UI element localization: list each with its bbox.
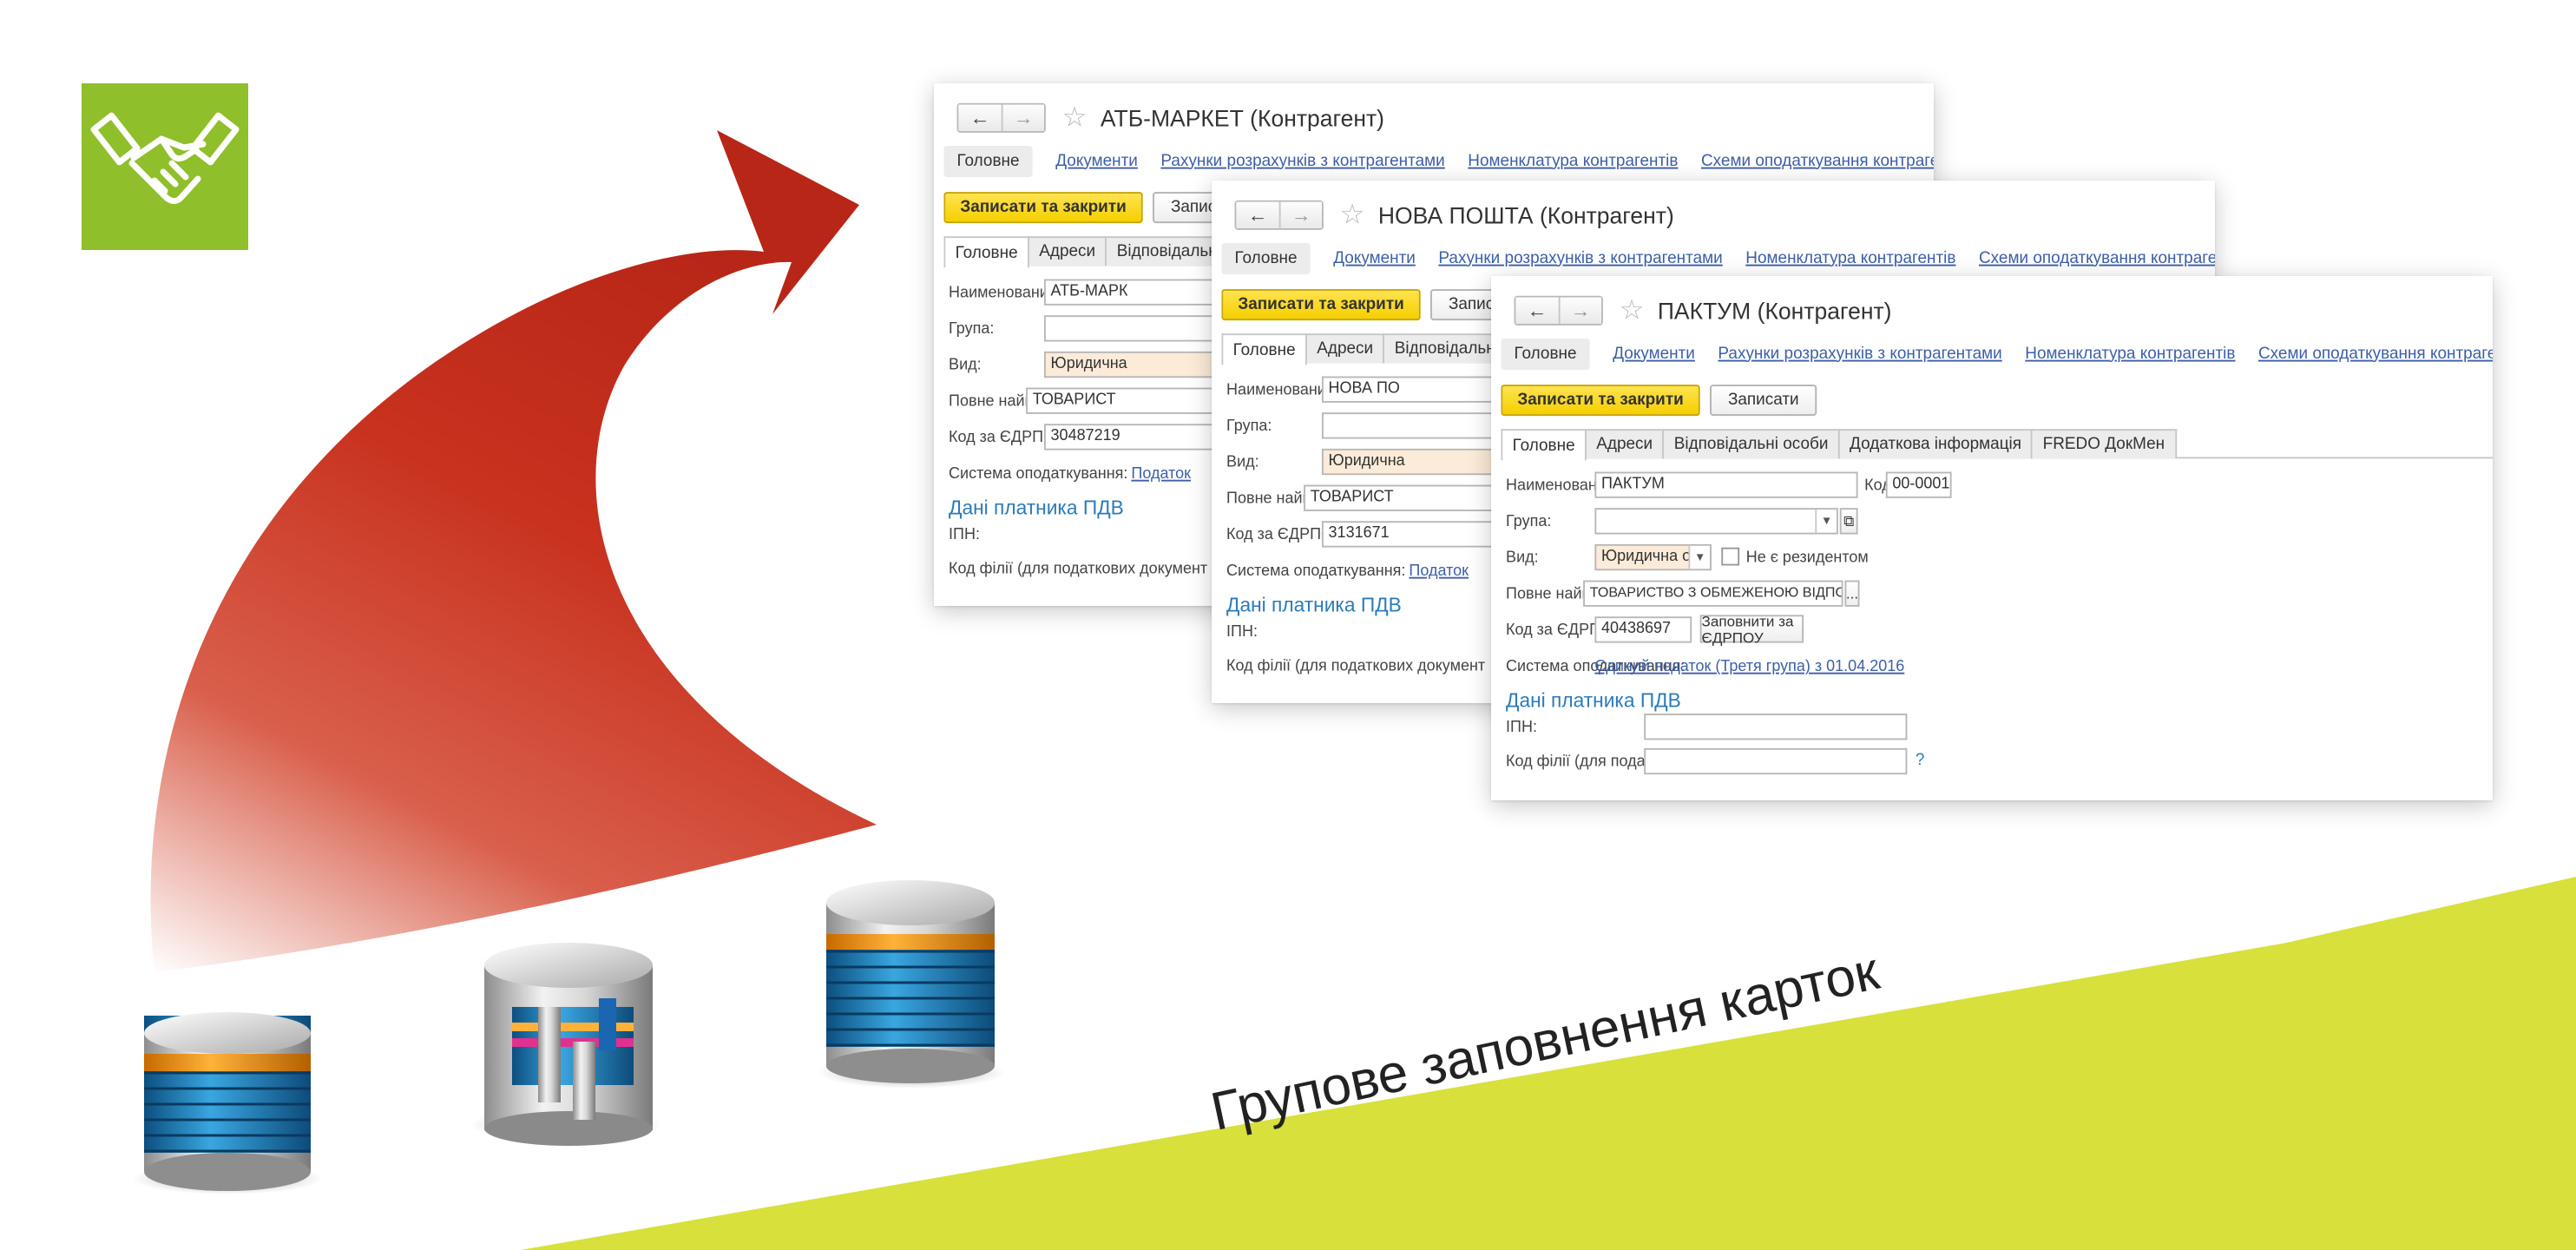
edrpou-field[interactable]: 40438697 [1594, 616, 1692, 643]
tab-fredo[interactable]: FREDO ДокМен [2031, 429, 2177, 459]
favorite-star-icon[interactable]: ☆ [1340, 200, 1365, 230]
tab-addresses[interactable]: Адреси [1028, 236, 1107, 266]
ipn-label: ІПН: [1506, 718, 1538, 737]
back-arrow-icon[interactable]: ← [958, 104, 1002, 131]
window-title: НОВА ПОШТА (Контрагент) [1377, 201, 1674, 228]
nav-tax-schemes[interactable]: Схеми оподаткування контрагентів [1701, 152, 1934, 170]
section-nav: Головне Документи Рахунки розрахунків з … [943, 142, 1934, 179]
window-title: ПАКТУМ (Контрагент) [1657, 297, 1892, 324]
branch-field[interactable] [1644, 747, 1908, 775]
database-icon-2 [470, 943, 661, 1146]
tab-main[interactable]: Головне [1221, 333, 1307, 365]
back-arrow-icon[interactable]: ← [1236, 201, 1279, 228]
save-close-button[interactable]: Записати та закрити [943, 192, 1143, 224]
save-button[interactable]: Записати [1710, 385, 1817, 417]
code-field[interactable]: 00-000186 [1885, 471, 1952, 498]
section-nav: Головне Документи Рахунки розрахунків з … [1501, 335, 2493, 372]
command-bar: Записати та закрити Записати [1501, 385, 1817, 417]
database-icon-1 [132, 1012, 323, 1194]
fill-by-edrpou-button[interactable]: Заповнити за ЄДРПОУ [1699, 613, 1804, 645]
command-bar: Записати та закрити Записа [1221, 289, 1521, 321]
nav-tax-schemes[interactable]: Схеми оподаткування контрагентів [2258, 345, 2493, 363]
full-name-field[interactable]: ТОВАРИСТ [1026, 387, 1240, 414]
tab-responsible[interactable]: Відповідальні особи [1662, 429, 1840, 459]
tax-system-label: Система оподаткування: [949, 464, 1128, 484]
chevron-down-icon[interactable]: ▼ [1815, 510, 1837, 533]
help-icon[interactable]: ? [1916, 752, 1925, 770]
vat-section-title: Дані платника ПДВ [949, 496, 1124, 520]
favorite-star-icon[interactable]: ☆ [1620, 295, 1645, 326]
full-name-field[interactable]: ТОВАРИСТВО З ОБМЕЖЕНОЮ ВІДПОВІДАЛЬНІСТЮ … [1583, 580, 1843, 607]
open-icon[interactable]: ⧉ [1839, 508, 1858, 535]
nav-tax-schemes[interactable]: Схеми оподаткування контрагентів [1979, 249, 2215, 267]
kind-field[interactable]: Юридична [1321, 448, 1520, 476]
vat-section-title: Дані платника ПДВ [1506, 688, 1681, 713]
full-name-more-button[interactable]: ... [1844, 580, 1860, 607]
nav-main[interactable]: Головне [943, 145, 1033, 177]
ipn-label: ІПН: [1226, 622, 1258, 641]
group-label: Група: [949, 319, 995, 339]
nav-documents[interactable]: Документи [1055, 152, 1138, 170]
command-bar: Записати та закрити Записа [943, 192, 1244, 224]
form-tabs: Головне Адреси Відповідальні особи Додат… [1501, 429, 2493, 461]
tab-addresses[interactable]: Адреси [1305, 333, 1385, 364]
nav-accounts[interactable]: Рахунки розрахунків з контрагентами [1718, 345, 2001, 363]
nav-documents[interactable]: Документи [1333, 249, 1416, 267]
nav-main[interactable]: Головне [1221, 242, 1311, 274]
edrpou-field[interactable]: 3131671 [1321, 521, 1520, 548]
nav-documents[interactable]: Документи [1613, 345, 1695, 363]
kind-field[interactable]: Юридична особа▼ [1594, 543, 1712, 571]
kind-label: Вид: [1226, 453, 1259, 472]
nonresident-checkbox[interactable] [1721, 547, 1740, 566]
forward-arrow-icon[interactable]: → [1558, 297, 1601, 324]
ipn-field[interactable] [1644, 714, 1908, 740]
name-field[interactable]: ПАКТУМ [1594, 471, 1858, 498]
window-title: АТБ-МАРКЕТ (Контрагент) [1100, 104, 1385, 131]
tax-system-link[interactable]: Податок [1409, 562, 1469, 581]
group-field[interactable]: ▼ [1594, 508, 1838, 535]
form-window-paktum: ← → ☆ ПАКТУМ (Контрагент) Головне Докуме… [1491, 276, 2493, 800]
window-titlebar: ← → ☆ АТБ-МАРКЕТ (Контрагент) [956, 100, 1385, 136]
group-label: Група: [1226, 417, 1272, 436]
nav-accounts[interactable]: Рахунки розрахунків з контрагентами [1438, 249, 1722, 267]
branch-label: Код філії (для податкових документ [1226, 657, 1486, 676]
full-name-field[interactable]: ТОВАРИСТ [1304, 484, 1518, 511]
nav-accounts[interactable]: Рахунки розрахунків з контрагентами [1160, 152, 1444, 170]
nav-main[interactable]: Головне [1501, 338, 1590, 370]
tax-system-link[interactable]: Єдиний податок (Третя група) з 01.04.201… [1594, 658, 1904, 676]
tab-addresses[interactable]: Адреси [1585, 429, 1665, 459]
kind-label: Вид: [1506, 549, 1539, 568]
back-arrow-icon[interactable]: ← [1515, 297, 1559, 324]
chevron-down-icon[interactable]: ▼ [1688, 545, 1711, 569]
database-icon-3 [818, 880, 1005, 1089]
kind-label: Вид: [949, 356, 982, 375]
logo [82, 83, 248, 250]
nav-nomenclature[interactable]: Номенклатура контрагентів [1745, 249, 1955, 267]
red-arrow [150, 130, 877, 972]
tab-main[interactable]: Головне [1501, 429, 1587, 461]
name-field[interactable]: НОВА ПО [1321, 376, 1520, 403]
branch-label: Код філії (для податкових документ [949, 560, 1208, 579]
nav-nomenclature[interactable]: Номенклатура контрагентів [2025, 345, 2235, 363]
nonresident-label: Не є резидентом [1745, 549, 1869, 568]
ipn-label: ІПН: [949, 525, 981, 544]
group-label: Група: [1506, 512, 1552, 531]
window-titlebar: ← → ☆ НОВА ПОШТА (Контрагент) [1234, 197, 1674, 234]
section-nav: Головне Документи Рахунки розрахунків з … [1221, 240, 2215, 276]
group-field[interactable] [1321, 412, 1520, 439]
vat-section-title: Дані платника ПДВ [1226, 593, 1402, 617]
handshake-icon [90, 112, 240, 204]
tax-system-link[interactable]: Податок [1131, 465, 1191, 484]
save-close-button[interactable]: Записати та закрити [1501, 385, 1700, 417]
forward-arrow-icon[interactable]: → [1278, 201, 1322, 228]
nav-nomenclature[interactable]: Номенклатура контрагентів [1468, 152, 1678, 170]
favorite-star-icon[interactable]: ☆ [1062, 102, 1088, 133]
forward-arrow-icon[interactable]: → [1001, 104, 1044, 131]
tab-main[interactable]: Головне [943, 236, 1029, 268]
tax-system-label: Система оподаткування: [1226, 562, 1406, 581]
window-titlebar: ← → ☆ ПАКТУМ (Контрагент) [1514, 293, 1892, 329]
tab-additional[interactable]: Додаткова інформація [1837, 429, 2034, 459]
save-close-button[interactable]: Записати та закрити [1221, 289, 1421, 321]
